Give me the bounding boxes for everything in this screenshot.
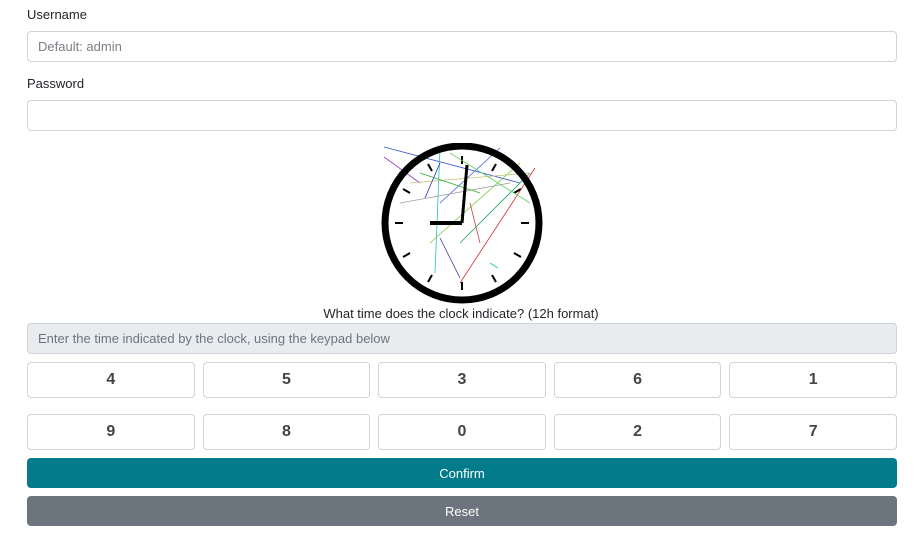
- keypad-key[interactable]: 0: [378, 414, 546, 450]
- password-input[interactable]: [27, 100, 897, 131]
- username-label: Username: [27, 7, 87, 22]
- password-label: Password: [27, 76, 85, 91]
- username-input[interactable]: [27, 31, 897, 62]
- confirm-button[interactable]: Confirm: [27, 458, 897, 488]
- keypad-row-1: 4 5 3 6 1: [27, 362, 897, 398]
- reset-button[interactable]: Reset: [27, 496, 897, 526]
- keypad-key[interactable]: 1: [729, 362, 897, 398]
- keypad-key[interactable]: 2: [553, 414, 722, 450]
- keypad-key[interactable]: 5: [202, 362, 371, 398]
- keypad-key[interactable]: 9: [27, 414, 195, 450]
- captcha-clock-image: [380, 142, 544, 307]
- keypad-row-2: 9 8 0 2 7: [27, 414, 897, 450]
- keypad-key[interactable]: 3: [378, 362, 546, 398]
- captcha-time-input[interactable]: [27, 323, 897, 354]
- keypad-key[interactable]: 6: [553, 362, 722, 398]
- login-captcha-form: Username Password: [0, 0, 922, 546]
- keypad-key[interactable]: 8: [202, 414, 371, 450]
- keypad-key[interactable]: 7: [729, 414, 897, 450]
- captcha-question: What time does the clock indicate? (12h …: [323, 306, 599, 321]
- keypad-key[interactable]: 4: [27, 362, 195, 398]
